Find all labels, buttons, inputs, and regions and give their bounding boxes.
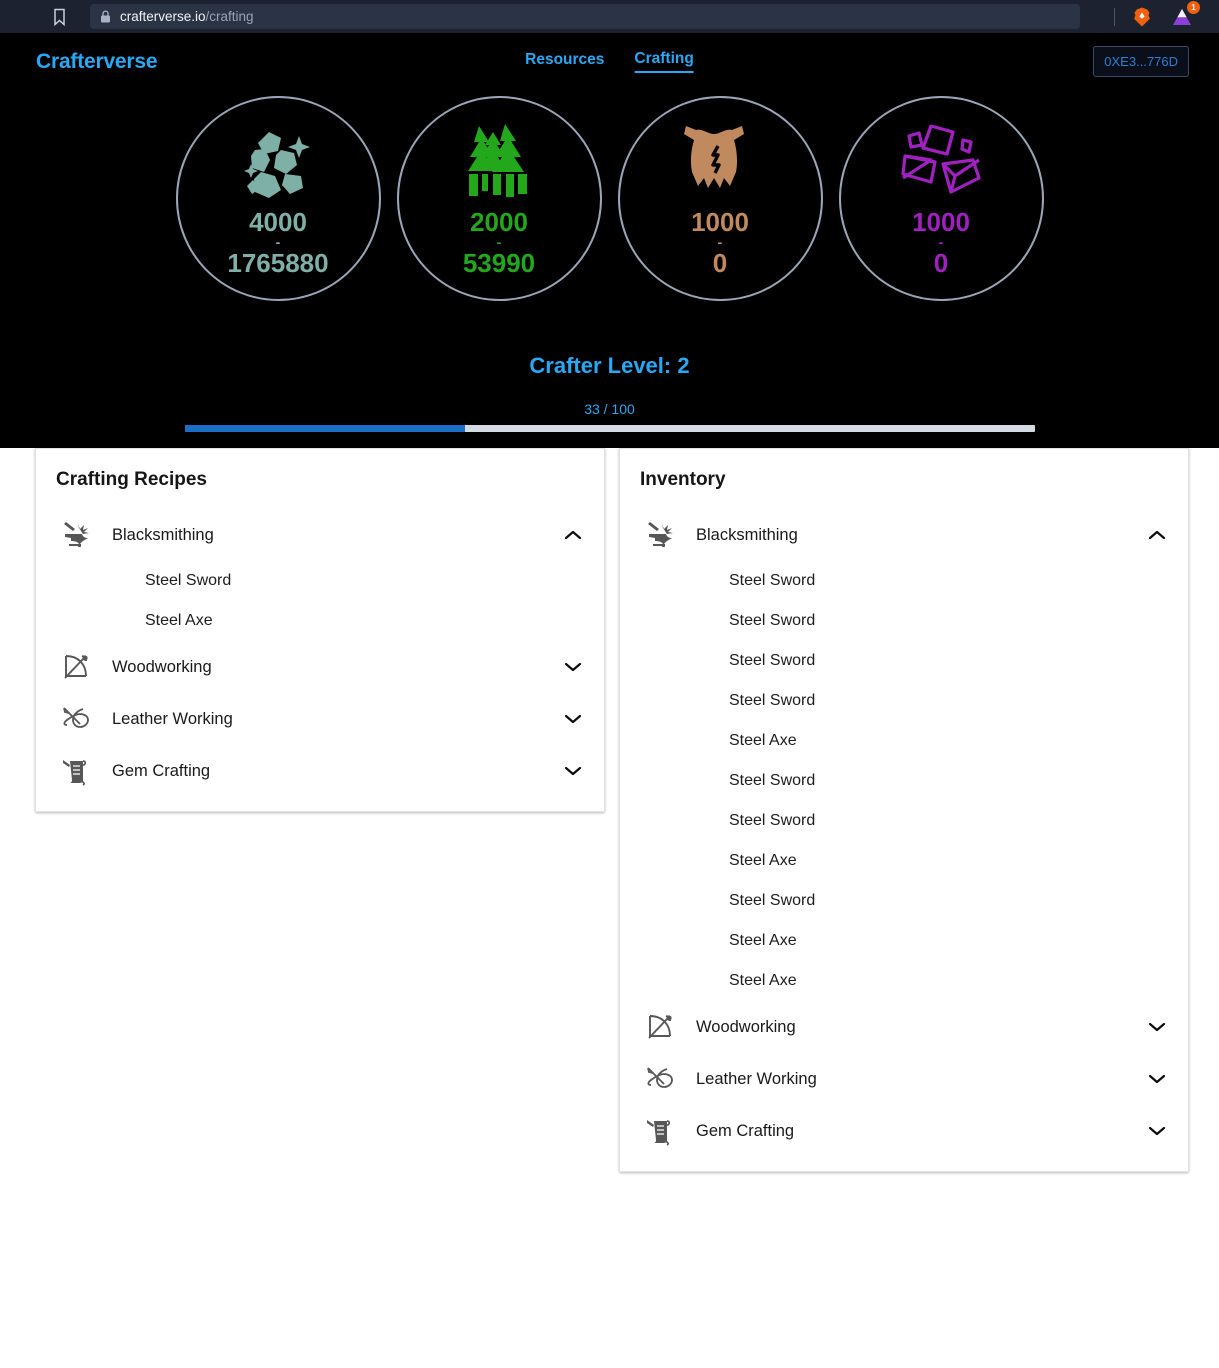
xp-progress-text: 33 / 100 <box>584 401 635 417</box>
chevron-down-icon[interactable] <box>1146 1068 1168 1090</box>
needle-and-thread-icon <box>640 1062 680 1096</box>
list-item[interactable]: Steel Sword <box>640 801 1168 841</box>
forest-trees-icon <box>455 120 543 206</box>
resource-circle-gems[interactable]: 1000 - 0 <box>838 96 1044 301</box>
category-label: Blacksmithing <box>112 525 214 544</box>
chevron-down-icon[interactable] <box>562 656 584 678</box>
browser-actions: 1 <box>1114 0 1209 30</box>
list-item[interactable]: Steel Sword <box>640 641 1168 681</box>
chevron-down-icon[interactable] <box>562 708 584 730</box>
gem-scroll-icon <box>640 1114 680 1148</box>
anvil-icon <box>56 518 96 552</box>
category-row-blacksmithing[interactable]: Blacksmithing <box>640 509 1168 561</box>
crafting-recipes-panel: Crafting Recipes Blacksmithing Steel Swor… <box>35 448 605 812</box>
resource-amount: 4000 <box>249 207 307 237</box>
nav-link-resources[interactable]: Resources <box>525 51 604 72</box>
resource-separator: - <box>938 234 944 251</box>
list-item[interactable]: Steel Sword <box>640 601 1168 641</box>
category-row-woodworking[interactable]: Woodworking <box>56 641 584 693</box>
resource-total: 0 <box>933 247 949 278</box>
inventory-panel: Inventory Blacksmithing Steel Sword Steel … <box>619 448 1189 1172</box>
category-label: Woodworking <box>696 1017 796 1036</box>
toolbar-divider <box>1114 7 1115 26</box>
category-label: Gem Crafting <box>112 761 211 780</box>
resource-separator: - <box>717 234 723 251</box>
chevron-up-icon[interactable] <box>1146 524 1168 546</box>
resource-separator: - <box>275 234 281 251</box>
list-item[interactable]: Steel Sword <box>56 561 584 601</box>
category-row-blacksmithing[interactable]: Blacksmithing <box>56 509 584 561</box>
needle-and-thread-icon <box>56 702 96 736</box>
category-row-gem-crafting[interactable]: Gem Crafting <box>56 745 584 797</box>
category-row-woodworking[interactable]: Woodworking <box>640 1001 1168 1053</box>
chevron-up-icon[interactable] <box>562 524 584 546</box>
list-item[interactable]: Steel Axe <box>640 841 1168 881</box>
category-label: Blacksmithing <box>696 525 798 544</box>
url-path: /crafting <box>205 9 254 24</box>
resource-amount: 1000 <box>691 207 749 237</box>
list-item[interactable]: Steel Axe <box>56 601 584 641</box>
content-panels: Crafting Recipes Blacksmithing Steel Swor… <box>0 448 1219 1172</box>
brave-lion-icon[interactable] <box>1129 4 1155 30</box>
list-item[interactable]: Steel Sword <box>640 681 1168 721</box>
list-item[interactable]: Steel Sword <box>640 561 1168 601</box>
list-item[interactable]: Steel Axe <box>640 721 1168 761</box>
resource-circle-hide[interactable]: 1000 - 0 <box>617 96 823 301</box>
resource-amount: 1000 <box>912 207 970 237</box>
category-label: Leather Working <box>696 1069 817 1088</box>
anvil-icon <box>640 518 680 552</box>
triangle-extension-icon[interactable]: 1 <box>1169 0 1200 30</box>
xp-progress-bar <box>184 425 1035 432</box>
resource-total: 0 <box>712 247 728 278</box>
gem-scroll-icon <box>56 754 96 788</box>
xp-progress-fill <box>184 425 465 432</box>
resource-circles: 4000 - 1765880 2000 - 53990 1000 - 0 100… <box>0 90 1219 301</box>
bow-and-arrow-icon <box>640 1010 680 1044</box>
nav-link-crafting[interactable]: Crafting <box>634 50 694 73</box>
animal-hide-icon <box>678 120 762 206</box>
list-item[interactable]: Steel Axe <box>640 921 1168 961</box>
url-domain: crafterverse.io <box>120 9 206 24</box>
app-dark-section: Crafterverse Resources Crafting 0XE3...7… <box>0 33 1219 450</box>
list-item[interactable]: Steel Sword <box>640 761 1168 801</box>
site-header: Crafterverse Resources Crafting 0XE3...7… <box>0 33 1219 90</box>
extension-badge: 1 <box>1187 0 1200 14</box>
chevron-down-icon[interactable] <box>1146 1016 1168 1038</box>
brand-logo[interactable]: Crafterverse <box>36 50 158 74</box>
gems-icon <box>895 120 987 206</box>
category-label: Woodworking <box>112 657 212 676</box>
wallet-address-button[interactable]: 0XE3...776D <box>1093 46 1189 77</box>
chevron-down-icon[interactable] <box>1146 1120 1168 1142</box>
main-nav: Resources Crafting <box>525 50 694 73</box>
resource-total: 1765880 <box>227 247 329 278</box>
url-bar[interactable]: crafterverse.io/crafting <box>90 4 1080 29</box>
category-label: Gem Crafting <box>696 1121 795 1140</box>
resource-amount: 2000 <box>470 207 528 237</box>
resource-separator: - <box>496 234 502 251</box>
ore-rocks-icon <box>235 120 321 206</box>
inventory-category-list: Blacksmithing Steel Sword Steel Sword Steel… <box>640 509 1168 1157</box>
browser-toolbar: crafterverse.io/crafting 1 <box>0 0 1219 33</box>
lock-icon <box>100 10 111 23</box>
bow-and-arrow-icon <box>56 650 96 684</box>
resource-circle-ore[interactable]: 4000 - 1765880 <box>175 96 381 301</box>
category-row-leather-working[interactable]: Leather Working <box>56 693 584 745</box>
bookmark-icon[interactable] <box>46 4 72 30</box>
list-item[interactable]: Steel Axe <box>640 961 1168 1001</box>
panel-title: Crafting Recipes <box>56 469 207 490</box>
panel-title: Inventory <box>640 469 726 490</box>
recipes-category-list: Blacksmithing Steel Sword Steel Axe Woodwor… <box>56 509 584 797</box>
category-label: Leather Working <box>112 709 233 728</box>
category-row-leather-working[interactable]: Leather Working <box>640 1053 1168 1105</box>
crafter-level-title: Crafter Level: 2 <box>529 353 690 378</box>
resource-circle-wood[interactable]: 2000 - 53990 <box>396 96 602 301</box>
category-row-gem-crafting[interactable]: Gem Crafting <box>640 1105 1168 1157</box>
chevron-down-icon[interactable] <box>562 760 584 782</box>
list-item[interactable]: Steel Sword <box>640 881 1168 921</box>
resource-total: 53990 <box>462 247 536 278</box>
